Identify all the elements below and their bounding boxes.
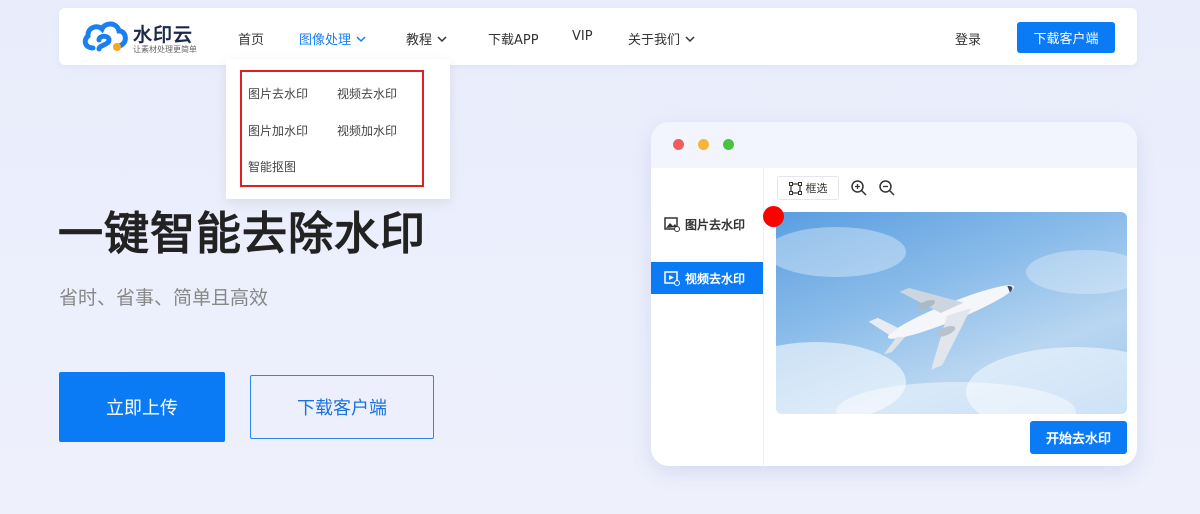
sidebar-item-label: 视频去水印: [685, 271, 746, 286]
sidebar-item-video-remove-watermark[interactable]: 视频去水印: [651, 262, 763, 294]
nav-download-app-label: 下载APP: [488, 33, 539, 48]
nav-image-processing-label: 图像处理: [299, 33, 352, 48]
chevron-down-icon: [437, 35, 447, 42]
window-minimize-dot: [698, 139, 709, 150]
cursor-marker-dot: [763, 206, 784, 227]
nav-download-client-button[interactable]: 下载客户端: [1017, 22, 1115, 53]
zoom-in-icon[interactable]: [850, 179, 868, 197]
nav-vip-label: VIP: [572, 29, 593, 44]
upload-now-button[interactable]: 立即上传: [59, 372, 225, 442]
image-processing-dropdown: 图片去水印 视频去水印 图片加水印 视频加水印 智能抠图: [226, 59, 450, 199]
nav-download-app[interactable]: 下载APP: [488, 29, 539, 48]
sidebar-item-label: 图片去水印: [685, 217, 746, 232]
image-icon: [664, 217, 680, 232]
nav-about-us-label: 关于我们: [628, 33, 681, 48]
nav-tutorial-label: 教程: [406, 33, 433, 48]
window-titlebar: [651, 122, 1137, 168]
chevron-down-icon: [685, 35, 695, 42]
dropdown-item-video-remove-watermark[interactable]: 视频去水印: [337, 85, 397, 102]
dropdown-item-image-add-watermark[interactable]: 图片加水印: [248, 122, 308, 139]
window-close-dot: [673, 139, 684, 150]
login-link[interactable]: 登录: [955, 29, 981, 48]
hero-download-client-button[interactable]: 下载客户端: [250, 375, 434, 439]
nav-home-label: 首页: [238, 33, 265, 48]
brand-name: 水印云: [133, 24, 194, 46]
brand-logo[interactable]: 水印云 让素材处理更简单: [81, 18, 201, 56]
sidebar-item-image-remove-watermark[interactable]: 图片去水印: [651, 208, 763, 240]
dropdown-item-image-remove-watermark[interactable]: 图片去水印: [248, 85, 308, 102]
start-remove-watermark-button[interactable]: 开始去水印: [1030, 421, 1127, 454]
box-select-label: 框选: [805, 182, 828, 195]
nav-about-us[interactable]: 关于我们: [628, 29, 696, 48]
hero-subtitle: 省时、省事、简单且高效: [59, 287, 269, 309]
airplane-photo: [776, 212, 1127, 414]
window-maximize-dot: [723, 139, 734, 150]
chevron-down-icon: [356, 35, 366, 42]
sky-airplane-illustration: [776, 227, 1127, 414]
brand-slogan: 让素材处理更简单: [133, 45, 197, 54]
preview-sidebar: 图片去水印 视频去水印: [651, 168, 764, 466]
app-preview-window: 图片去水印 视频去水印 框选 开始去水印: [651, 122, 1137, 466]
nav-home[interactable]: 首页: [238, 29, 264, 48]
cloud-logo-icon: [82, 21, 128, 52]
dropdown-item-smart-cutout[interactable]: 智能抠图: [248, 158, 296, 175]
box-select-tool[interactable]: 框选: [777, 176, 839, 200]
hero-title: 一键智能去除水印: [58, 207, 427, 260]
crop-frame-icon: [788, 181, 802, 195]
nav-image-processing[interactable]: 图像处理: [299, 29, 367, 48]
nav-tutorial[interactable]: 教程: [406, 29, 448, 48]
dropdown-item-video-add-watermark[interactable]: 视频加水印: [337, 122, 397, 139]
video-icon: [664, 271, 680, 286]
zoom-out-icon[interactable]: [878, 179, 896, 197]
top-navbar: 水印云 让素材处理更简单 首页 图像处理 教程 下载APP VIP 关于我们 登…: [59, 8, 1137, 65]
nav-vip[interactable]: VIP: [572, 29, 593, 44]
